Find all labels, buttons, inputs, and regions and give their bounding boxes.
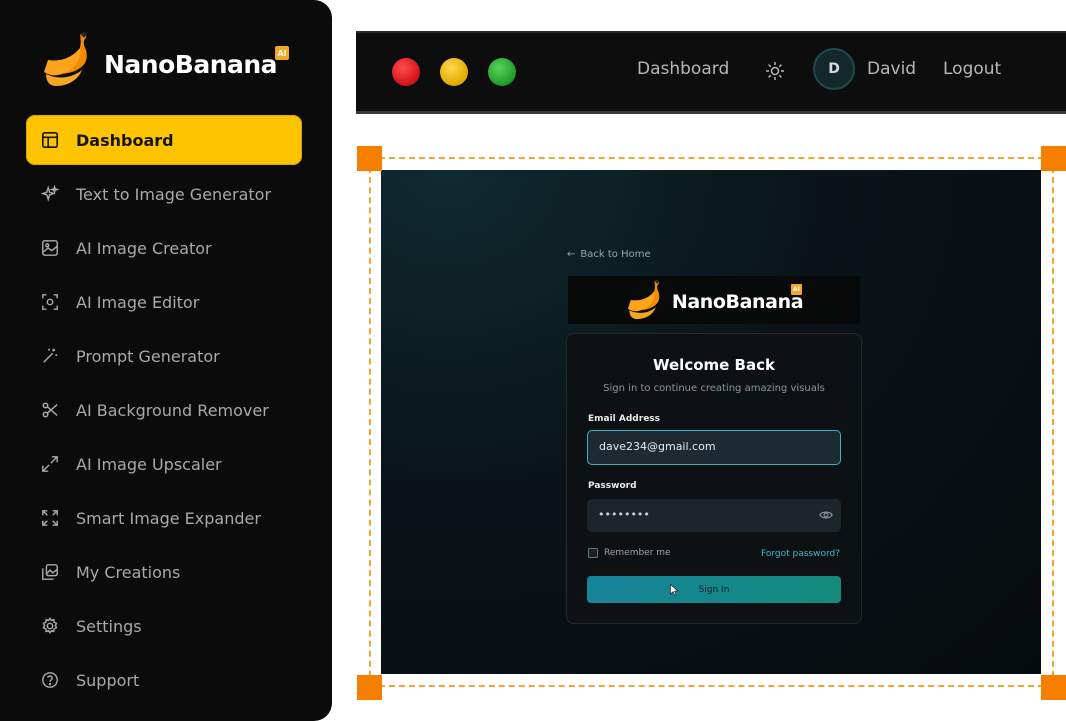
sidebar-item-label: Prompt Generator [76,346,220,366]
sidebar-item-label: Dashboard [76,130,174,150]
sun-icon[interactable] [764,60,786,82]
fullscreen-icon [40,508,60,528]
banana-logo-icon [44,32,87,86]
resize-handle-bottom-left[interactable] [357,675,382,700]
sidebar-item-label: AI Image Editor [76,292,200,312]
sidebar-item-background-remover[interactable]: AI Background Remover [26,385,302,435]
sidebar: NanoBanana AI Dashboard Text to Image Ge… [0,0,332,721]
sidebar-nav: Dashboard Text to Image Generator AI Ima… [26,115,302,709]
arrow-left-icon: ← [567,249,576,260]
avatar[interactable]: D [813,48,855,90]
window-maximize-dot[interactable] [488,58,516,86]
login-title: Welcome Back [653,356,775,374]
sidebar-item-label: AI Image Creator [76,238,212,258]
user-name[interactable]: David [867,59,916,79]
eye-icon[interactable] [819,508,833,522]
sidebar-item-settings[interactable]: Settings [26,601,302,651]
layout-icon [40,130,60,150]
sidebar-item-prompt-generator[interactable]: Prompt Generator [26,331,302,381]
sign-in-button[interactable]: Sign In [587,576,841,603]
resize-handle-bottom-right[interactable] [1041,675,1066,700]
sidebar-item-label: AI Image Upscaler [76,454,222,474]
sidebar-item-label: AI Background Remover [76,400,269,420]
login-brand-logo: NanoBanana AI [568,276,860,324]
sidebar-item-label: Support [76,670,140,690]
sidebar-item-my-creations[interactable]: My Creations [26,547,302,597]
remember-me[interactable]: Remember me [588,548,671,558]
scissors-icon [40,400,60,420]
scan-icon [40,292,60,312]
sidebar-item-text-to-image[interactable]: Text to Image Generator [26,169,302,219]
top-bar: Dashboard D David Logout [356,31,1066,114]
banana-logo-icon [627,279,660,320]
email-field[interactable]: dave234@gmail.com [587,430,841,465]
window-close-dot[interactable] [392,58,420,86]
password-value: •••••••• [598,508,650,521]
logout-link[interactable]: Logout [943,59,1001,79]
sidebar-item-label: Smart Image Expander [76,508,261,528]
sidebar-item-image-expander[interactable]: Smart Image Expander [26,493,302,543]
gallery-icon [40,562,60,582]
sidebar-item-image-upscaler[interactable]: AI Image Upscaler [26,439,302,489]
gear-icon [40,616,60,636]
password-label: Password [588,481,637,491]
window-minimize-dot[interactable] [440,58,468,86]
resize-handle-top-right[interactable] [1041,146,1066,171]
login-brand-badge: AI [791,284,802,295]
sparkles-icon [40,184,60,204]
image-icon [40,238,60,258]
login-card: Welcome Back Sign in to continue creatin… [566,333,862,624]
remember-checkbox[interactable] [588,548,598,558]
login-brand-name: NanoBanana [671,291,804,313]
sidebar-item-dashboard[interactable]: Dashboard [26,115,302,165]
password-field[interactable]: •••••••• [587,499,841,532]
help-circle-icon [40,670,60,690]
sidebar-item-support[interactable]: Support [26,655,302,705]
back-to-home-link[interactable]: ← Back to Home [567,249,656,260]
login-subtitle: Sign in to continue creating amazing vis… [603,383,825,394]
back-link-label: Back to Home [580,249,651,260]
email-label: Email Address [588,414,661,424]
expand-arrows-icon [40,454,60,474]
brand-badge: AI [275,46,289,60]
sign-in-label: Sign In [698,584,730,595]
forgot-password-link[interactable]: Forgot password? [761,549,840,559]
brand-logo[interactable]: NanoBanana AI [40,30,289,90]
remember-label: Remember me [604,548,671,558]
sidebar-item-label: My Creations [76,562,181,582]
login-screen-preview: ← Back to Home NanoBanana AI Welcome Back… [381,170,1041,674]
sidebar-item-ai-image-editor[interactable]: AI Image Editor [26,277,302,327]
sidebar-item-label: Settings [76,616,142,636]
sidebar-item-label: Text to Image Generator [76,184,272,204]
sidebar-item-ai-image-creator[interactable]: AI Image Creator [26,223,302,273]
resize-handle-top-left[interactable] [357,146,382,171]
top-dashboard-link[interactable]: Dashboard [637,59,729,79]
brand-name: NanoBanana [104,49,278,79]
magic-wand-icon [40,346,60,366]
cursor-icon [670,584,679,596]
